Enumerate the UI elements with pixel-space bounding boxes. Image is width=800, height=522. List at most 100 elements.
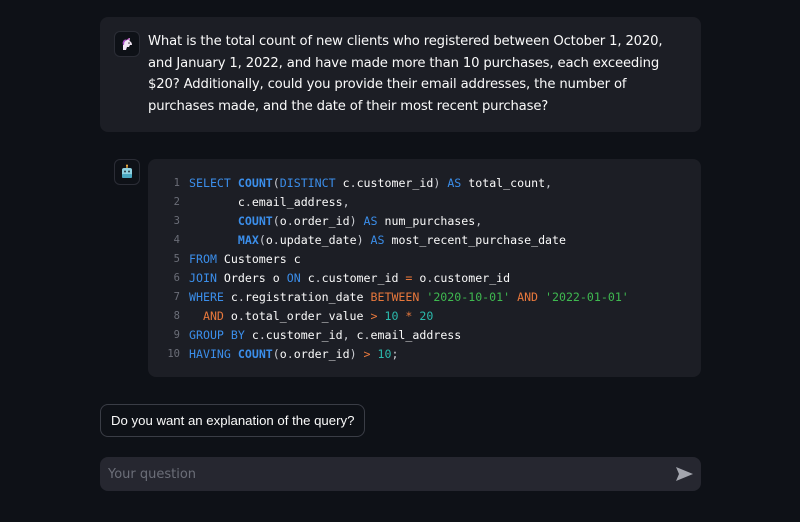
code-token: . — [244, 195, 252, 209]
code-token: WHERE — [189, 290, 231, 304]
code-token: ) — [356, 233, 371, 247]
code-line: 3 COUNT(o.order_id) AS num_purchases, — [148, 212, 701, 231]
code-token: . — [363, 328, 371, 342]
line-number: 2 — [173, 196, 180, 208]
code-line: 7 WHERE c.registration_date BETWEEN '2020… — [148, 288, 701, 307]
code-token: customer_id — [356, 176, 434, 190]
code-token: order_id — [293, 214, 350, 228]
code-token: c — [356, 328, 364, 342]
code-text: FROM Customers c — [189, 250, 301, 269]
code-token: AND — [517, 290, 546, 304]
sql-code-block: 1 SELECT COUNT(DISTINCT c.customer_id) AS… — [148, 159, 701, 377]
user-avatar — [114, 31, 140, 57]
code-token: o — [279, 214, 287, 228]
code-token: COUNT — [237, 347, 273, 361]
code-token: ) — [349, 214, 364, 228]
code-text: HAVING COUNT(o.order_id) > 10; — [189, 345, 398, 364]
code-token: email_address — [370, 328, 462, 342]
code-token: '2022-01-01' — [545, 290, 629, 304]
code-token: BETWEEN — [370, 290, 427, 304]
code-token: most_recent_purchase_date — [391, 233, 566, 247]
user-message-text: What is the total count of new clients w… — [148, 34, 663, 114]
code-token: . — [349, 176, 357, 190]
code-line: 10 HAVING COUNT(o.order_id) > 10; — [148, 345, 701, 364]
code-line: 5 FROM Customers c — [148, 250, 701, 269]
code-token: AS — [370, 233, 392, 247]
code-text: WHERE c.registration_date BETWEEN '2020-… — [189, 288, 629, 307]
send-icon — [675, 467, 693, 481]
code-token: ( — [258, 233, 266, 247]
code-text: COUNT(o.order_id) AS num_purchases, — [189, 212, 482, 231]
code-token: . — [286, 347, 294, 361]
code-token: o — [230, 309, 238, 323]
send-button[interactable] — [667, 457, 701, 491]
code-token: SELECT — [189, 176, 238, 190]
code-token: 20 — [419, 309, 434, 323]
code-token: total_order_value — [244, 309, 371, 323]
line-number: 3 — [173, 215, 180, 227]
code-token: c — [307, 271, 315, 285]
line-number: 9 — [173, 329, 180, 341]
code-token: MAX — [237, 233, 259, 247]
code-token: , — [545, 176, 553, 190]
code-token: AS — [447, 176, 469, 190]
code-token: . — [237, 309, 245, 323]
user-message: What is the total count of new clients w… — [100, 17, 701, 132]
code-token: o — [265, 233, 273, 247]
code-token: * — [405, 309, 420, 323]
code-token: ( — [272, 214, 280, 228]
code-token: ) — [433, 176, 448, 190]
code-text: JOIN Orders o ON c.customer_id = o.custo… — [189, 269, 510, 288]
code-token: ) — [349, 347, 364, 361]
code-token: HAVING — [189, 347, 238, 361]
question-input[interactable] — [100, 465, 667, 483]
code-text: SELECT COUNT(DISTINCT c.customer_id) AS … — [189, 174, 552, 193]
code-line: 8 AND o.total_order_value > 10 * 20 — [148, 307, 701, 326]
code-token: o — [279, 347, 287, 361]
code-line: 4 MAX(o.update_date) AS most_recent_purc… — [148, 231, 701, 250]
code-line: 9 GROUP BY c.customer_id, c.email_address — [148, 326, 701, 345]
code-token: ON — [286, 271, 308, 285]
code-text: AND o.total_order_value > 10 * 20 — [189, 307, 433, 326]
code-token: > — [363, 347, 378, 361]
code-token: = — [405, 271, 420, 285]
code-token: order_id — [293, 347, 350, 361]
code-text: GROUP BY c.customer_id, c.email_address — [189, 326, 461, 345]
code-line: 6 JOIN Orders o ON c.customer_id = o.cust… — [148, 269, 701, 288]
code-token: COUNT — [237, 176, 273, 190]
code-text: MAX(o.update_date) AS most_recent_purcha… — [189, 231, 566, 250]
code-token: FROM — [189, 252, 224, 266]
code-token: . — [286, 214, 294, 228]
code-token: ( — [272, 347, 280, 361]
code-token: . — [314, 271, 322, 285]
code-token: customer_id — [321, 271, 406, 285]
code-token: c — [230, 290, 238, 304]
code-token: DISTINCT — [279, 176, 343, 190]
assistant-avatar — [114, 159, 140, 185]
unicorn-icon — [122, 38, 132, 50]
code-token: , — [475, 214, 483, 228]
line-number: 8 — [173, 310, 180, 322]
code-token: '2020-10-01' — [426, 290, 518, 304]
code-token: ; — [391, 347, 399, 361]
code-token: 10 — [377, 347, 392, 361]
code-token: total_count — [468, 176, 546, 190]
explain-query-button[interactable]: Do you want an explanation of the query? — [100, 404, 366, 437]
code-token: 10 — [384, 309, 406, 323]
code-token: c — [251, 328, 259, 342]
code-token: JOIN — [189, 271, 224, 285]
line-number: 1 — [173, 177, 180, 189]
code-token: GROUP BY — [189, 328, 252, 342]
robot-icon — [122, 164, 132, 178]
code-token: AND — [202, 309, 231, 323]
code-text: c.email_address, — [189, 193, 350, 212]
line-number: 4 — [173, 234, 180, 246]
code-token: registration_date — [244, 290, 371, 304]
code-token: customer_id — [265, 328, 343, 342]
code-token: num_purchases — [384, 214, 476, 228]
line-number: 10 — [167, 348, 180, 360]
code-token: > — [370, 309, 385, 323]
